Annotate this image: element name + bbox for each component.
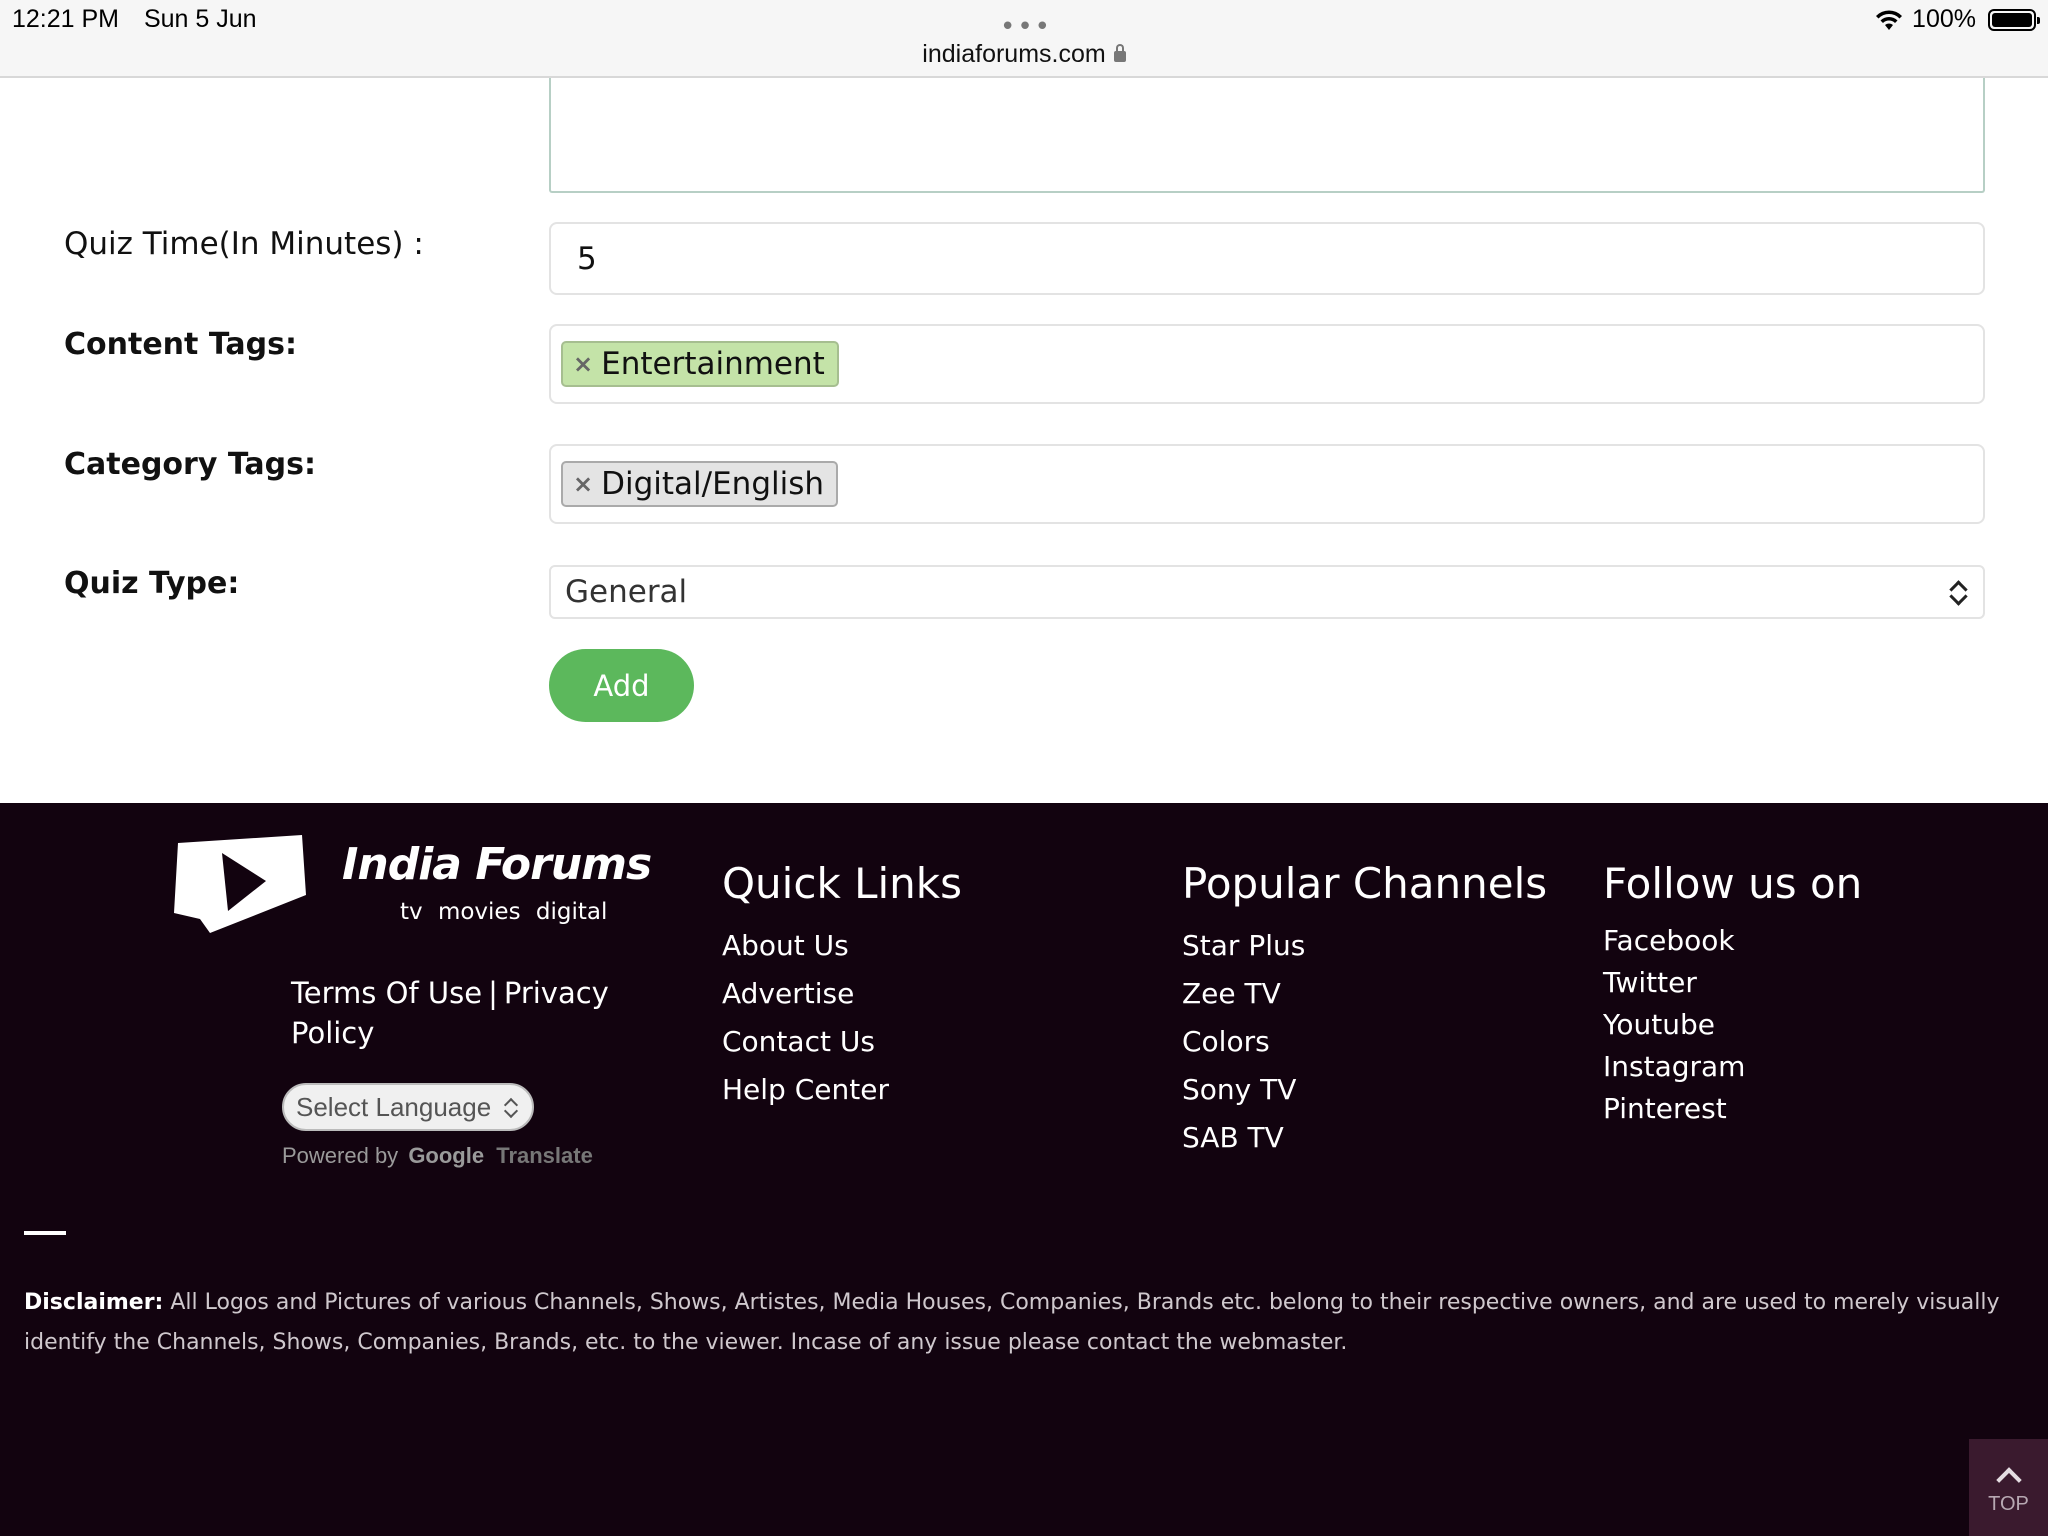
- lock-icon: [1113, 44, 1126, 62]
- battery-icon: [1988, 8, 2040, 31]
- india-forums-logo[interactable]: India Forums tv movies digital: [170, 833, 652, 943]
- social-link-pinterest[interactable]: Pinterest: [1603, 1088, 1862, 1130]
- status-time: 12:21 PM: [12, 5, 120, 33]
- category-tag-chip: × Digital/English: [561, 461, 839, 507]
- social-link-facebook[interactable]: Facebook: [1603, 920, 1862, 962]
- address-url: indiaforums.com: [922, 40, 1106, 68]
- popular-channels-title: Popular Channels: [1182, 859, 1548, 908]
- channel-link-colors[interactable]: Colors: [1182, 1018, 1547, 1066]
- channel-link-star-plus[interactable]: Star Plus: [1182, 922, 1547, 970]
- popular-channels: Popular Channels Star Plus Zee TV Colors…: [1182, 859, 1547, 1162]
- terms-link[interactable]: Terms Of Use: [291, 976, 482, 1010]
- channel-link-sony-tv[interactable]: Sony TV: [1182, 1066, 1547, 1114]
- wifi-icon: [1876, 9, 1903, 30]
- select-chevron-icon: [1947, 579, 1969, 605]
- google-wordmark[interactable]: Google: [408, 1143, 484, 1168]
- quiz-time-label: Quiz Time(In Minutes) :: [64, 226, 424, 262]
- quiz-time-input[interactable]: 5: [549, 222, 1985, 295]
- quick-links: Quick Links About Us Advertise Contact U…: [722, 859, 962, 1114]
- add-button[interactable]: Add: [549, 649, 694, 722]
- battery-percent: 100%: [1912, 5, 1976, 33]
- category-tags-label: Category Tags:: [64, 447, 316, 482]
- scroll-to-top-label: TOP: [1988, 1493, 2029, 1515]
- social-link-youtube[interactable]: Youtube: [1603, 1004, 1862, 1046]
- legal-links: Terms Of Use | Privacy Policy: [291, 973, 621, 1053]
- quiz-type-label: Quiz Type:: [64, 566, 240, 601]
- tab-options-icon[interactable]: •••: [1000, 14, 1052, 40]
- quick-links-title: Quick Links: [722, 859, 963, 908]
- category-tag-label: Digital/English: [601, 466, 825, 502]
- follow-us-title: Follow us on: [1603, 859, 1863, 908]
- logo-name: India Forums: [342, 839, 652, 890]
- quiz-type-value: General: [565, 574, 688, 610]
- channel-link-sab-tv[interactable]: SAB TV: [1182, 1114, 1547, 1162]
- status-bar: 12:21 PM Sun 5 Jun ••• indiaforums.com 1…: [0, 0, 2048, 78]
- remove-tag-icon[interactable]: ×: [573, 350, 593, 378]
- play-logo-icon: [174, 835, 306, 933]
- status-indicators: 100%: [1874, 5, 2040, 34]
- quiz-time-value: 5: [577, 240, 597, 277]
- content-tags-label: Content Tags:: [64, 327, 297, 362]
- quick-link-advertise[interactable]: Advertise: [722, 970, 962, 1018]
- footer: India Forums tv movies digital Terms Of …: [0, 803, 2048, 1536]
- quiz-type-select[interactable]: General: [549, 565, 1985, 619]
- follow-us: Follow us on Facebook Twitter Youtube In…: [1603, 859, 1862, 1130]
- status-time-date: 12:21 PM Sun 5 Jun: [12, 5, 275, 34]
- remove-tag-icon[interactable]: ×: [573, 470, 593, 498]
- content-tags-field[interactable]: × Entertainment: [549, 324, 1985, 404]
- logo-tagline: tv movies digital: [400, 899, 608, 925]
- disclaimer-label: Disclaimer:: [24, 1290, 164, 1315]
- content-tag-label: Entertainment: [601, 346, 825, 382]
- quick-link-help-center[interactable]: Help Center: [722, 1066, 962, 1114]
- address-bar[interactable]: indiaforums.com: [0, 40, 2048, 69]
- quick-link-about-us[interactable]: About Us: [722, 922, 962, 970]
- powered-by-text: Powered by: [282, 1143, 399, 1168]
- chevron-up-icon: [1995, 1467, 2022, 1493]
- disclaimer: Disclaimer: All Logos and Pictures of va…: [24, 1283, 2014, 1363]
- legal-separator: |: [488, 976, 498, 1010]
- description-textarea[interactable]: [549, 78, 1985, 193]
- social-link-twitter[interactable]: Twitter: [1603, 962, 1862, 1004]
- status-date: Sun 5 Jun: [143, 5, 257, 33]
- channel-link-zee-tv[interactable]: Zee TV: [1182, 970, 1547, 1018]
- content-tag-chip: × Entertainment: [561, 341, 839, 387]
- footer-divider: [24, 1231, 66, 1235]
- category-tags-field[interactable]: × Digital/English: [549, 444, 1985, 524]
- scroll-to-top-button[interactable]: TOP: [1969, 1439, 2048, 1536]
- quick-link-contact-us[interactable]: Contact Us: [722, 1018, 962, 1066]
- social-link-instagram[interactable]: Instagram: [1603, 1046, 1862, 1088]
- select-chevron-icon: [502, 1096, 520, 1118]
- powered-by-google-translate: Powered by Google Translate: [282, 1143, 593, 1169]
- language-select-label: Select Language: [296, 1091, 492, 1122]
- translate-link[interactable]: Translate: [496, 1143, 593, 1168]
- language-select[interactable]: Select Language: [282, 1083, 534, 1131]
- disclaimer-text: All Logos and Pictures of various Channe…: [24, 1290, 2000, 1355]
